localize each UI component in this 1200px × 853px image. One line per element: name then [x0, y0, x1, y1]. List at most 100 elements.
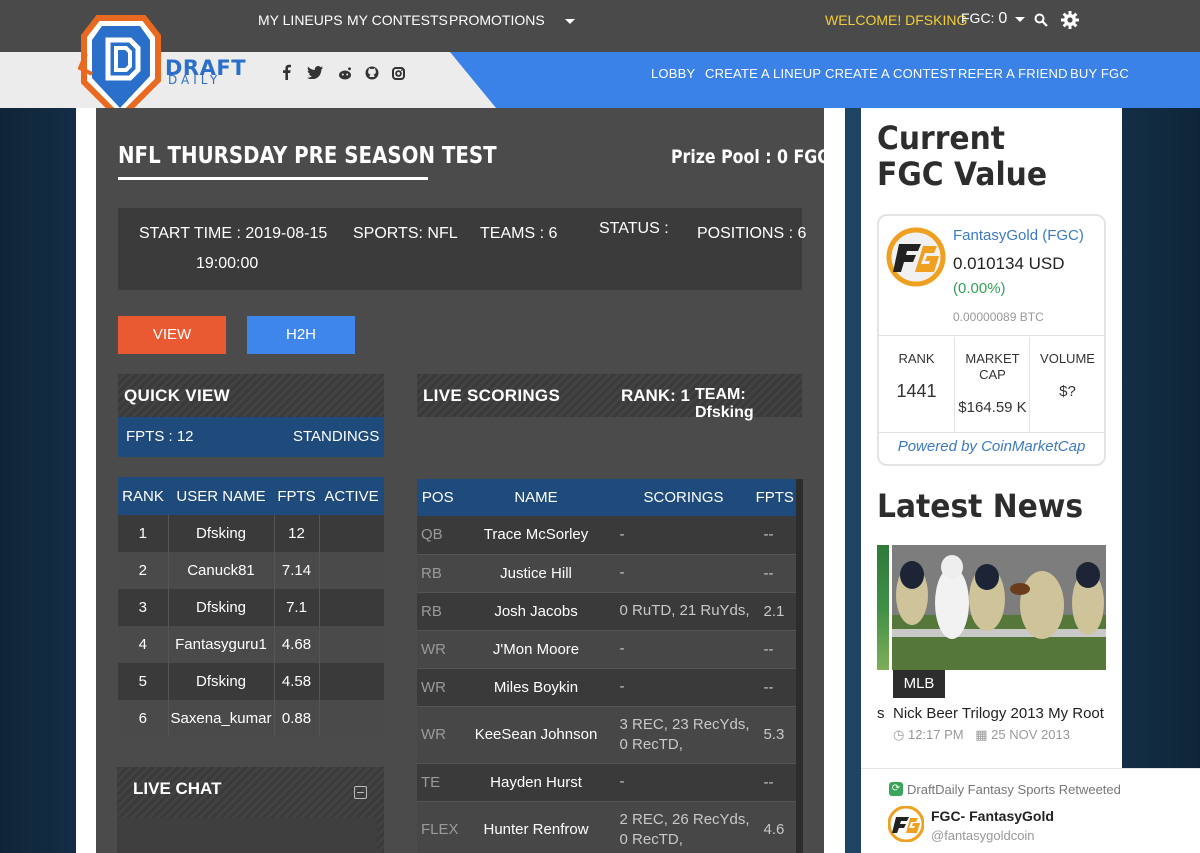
reddit-icon[interactable] [338, 67, 352, 80]
scorings-cell: - [613, 516, 754, 555]
rank-cell: 3 [118, 589, 168, 626]
start-time: START TIME : 2019-08-15 [139, 225, 328, 242]
nav-buy-fgc[interactable]: BUY FGC [1070, 66, 1129, 81]
user-cell: Dfsking [167, 589, 274, 626]
nav-refer-friend[interactable]: REFER A FRIEND [958, 66, 1068, 81]
player-name-cell: Hayden Hurst [458, 763, 614, 802]
nav-promotions[interactable]: PROMOTIONS [449, 12, 587, 28]
table-row[interactable]: WR J'Mon Moore - -- [417, 630, 796, 669]
fantasygold-avatar[interactable] [888, 806, 924, 842]
coinmarketcap-widget: FantasyGold (FGC) 0.010134 USD (0.00%) 0… [877, 214, 1106, 466]
teams: TEAMS : 6 [480, 225, 558, 242]
live-chat-body[interactable] [117, 818, 377, 853]
player-name-cell: Miles Boykin [458, 668, 614, 707]
market-cap-stat: MARKET CAP $164.59 K [954, 337, 1029, 433]
live-rank: RANK: 1 [621, 386, 690, 405]
live-scorings-scrollbar[interactable] [796, 479, 803, 853]
table-row[interactable]: 2 Canuck81 7.14 [118, 552, 384, 589]
table-row[interactable]: 4 Fantasyguru1 4.68 [118, 626, 384, 663]
table-row[interactable]: 1 Dfsking 12 [118, 515, 384, 552]
draftdaily-logo[interactable] [78, 14, 162, 122]
welcome-user[interactable]: WELCOME! DFSKING [825, 12, 967, 28]
table-row[interactable]: TE Hayden Hurst - -- [417, 763, 796, 802]
fgc-value-title: Current FGC Value [877, 119, 1048, 193]
nav-lobby[interactable]: LOBBY [651, 66, 695, 81]
latest-news-title: Latest News [877, 487, 1084, 525]
table-row[interactable]: WR KeeSean Johnson 3 REC, 23 RecYds, 0 R… [417, 706, 796, 764]
instagram-icon[interactable] [392, 67, 405, 80]
fpts-bar: FPTS : 12 STANDINGS [118, 417, 384, 457]
quick-view-header: QUICK VIEW [118, 374, 384, 417]
table-row[interactable]: QB Trace McSorley - -- [417, 516, 796, 555]
user-cell: Saxena_kumar [167, 700, 274, 737]
nav-create-lineup[interactable]: CREATE A LINEUP [705, 66, 821, 81]
retweet-label[interactable]: DraftDaily Fantasy Sports Retweeted [907, 782, 1121, 797]
chevron-down-icon [564, 18, 575, 24]
search-icon[interactable] [1034, 13, 1048, 27]
facebook-icon[interactable] [282, 64, 291, 80]
table-row[interactable]: 5 Dfsking 4.58 [118, 663, 384, 700]
twitter-icon[interactable] [307, 66, 323, 79]
scorings-cell: - [613, 763, 754, 802]
table-row[interactable]: FLEX Hunter Renfrow 2 REC, 26 RecYds, 0 … [417, 801, 796, 853]
scorings-cell: - [613, 668, 754, 707]
news-headline[interactable]: Nick Beer Trilogy 2013 My Root [893, 705, 1104, 722]
sports: SPORTS: NFL [353, 225, 458, 242]
table-row[interactable]: RB Josh Jacobs 0 RuTD, 21 RuYds, 2.1 [417, 592, 796, 631]
previous-headline-fragment[interactable]: s [877, 705, 885, 722]
prize-pool: Prize Pool : 0 FGC [671, 146, 829, 168]
scorings-cell: - [613, 554, 754, 593]
rank-label: RANK [898, 351, 935, 366]
coin-name[interactable]: FantasyGold (FGC) [953, 227, 1084, 244]
news-category-badge[interactable]: MLB [893, 670, 945, 698]
clock-icon: ◷ [893, 727, 908, 742]
minimize-icon[interactable] [354, 786, 367, 799]
nav-create-contest[interactable]: CREATE A CONTEST [825, 66, 957, 81]
fpts-cell: 7.1 [273, 589, 319, 626]
news-image[interactable] [892, 545, 1106, 670]
coin-price: 0.010134 USD [953, 254, 1065, 273]
table-row[interactable]: 6 Saxena_kumar 0.88 [118, 700, 384, 737]
table-row[interactable]: WR Miles Boykin - -- [417, 668, 796, 707]
fpts-cell: 0.88 [273, 700, 319, 737]
table-row[interactable]: 3 Dfsking 7.1 [118, 589, 384, 626]
contest-info-box [118, 208, 802, 290]
retweet-icon: ⟳ [889, 782, 903, 796]
fpts-cell: -- [753, 763, 796, 802]
nav-promotions-label: PROMOTIONS [449, 12, 545, 28]
scorings-cell: 0 RuTD, 21 RuYds, [613, 592, 754, 631]
nav-my-lineups[interactable]: MY LINEUPS [258, 12, 343, 28]
nav-my-contests[interactable]: MY CONTESTS [347, 12, 448, 28]
volume-stat: VOLUME $? [1029, 337, 1104, 433]
fpts-cell: 4.68 [273, 626, 319, 663]
rank-cell: 4 [118, 626, 168, 663]
table-row[interactable]: RB Justice Hill - -- [417, 554, 796, 593]
live-scorings-header: LIVE SCORINGS RANK: 1 TEAM: Dfsking [417, 374, 802, 421]
fantasygold-logo [886, 227, 946, 287]
user-cell: Canuck81 [167, 552, 274, 589]
previous-news-image[interactable] [877, 545, 889, 670]
standings-tab[interactable]: STANDINGS [293, 428, 379, 445]
widget-stats: RANK 1441 MARKET CAP $164.59 K VOLUME $? [879, 337, 1104, 433]
gear-icon[interactable] [1061, 11, 1079, 29]
powered-by-link[interactable]: Powered by CoinMarketCap [879, 438, 1104, 455]
pos-cell: RB [417, 592, 459, 631]
view-button[interactable]: VIEW [118, 316, 226, 354]
col-name: NAME [458, 479, 614, 516]
github-icon[interactable] [365, 66, 379, 80]
pos-cell: TE [417, 763, 459, 802]
active-cell [318, 515, 384, 552]
fpts-cell: -- [753, 554, 796, 593]
player-name-cell: Hunter Renfrow [458, 801, 614, 853]
news-meta: ◷ 12:17 PM ▦ 25 NOV 2013 [893, 727, 1070, 743]
col-fpts: FPTS [274, 477, 319, 515]
fgc-label: FGC: [961, 10, 995, 26]
quick-view-title: QUICK VIEW [124, 386, 230, 405]
fpts-cell: 5.3 [753, 706, 796, 764]
h2h-button[interactable]: H2H [247, 316, 355, 354]
fpts-cell: 4.58 [273, 663, 319, 700]
rank-cell: 1 [118, 515, 168, 552]
twitter-handle[interactable]: @fantasygoldcoin [931, 828, 1035, 843]
fgc-balance-dropdown[interactable]: FGC: 0 [961, 10, 1026, 28]
twitter-account-name[interactable]: FGC- FantasyGold [931, 808, 1054, 824]
